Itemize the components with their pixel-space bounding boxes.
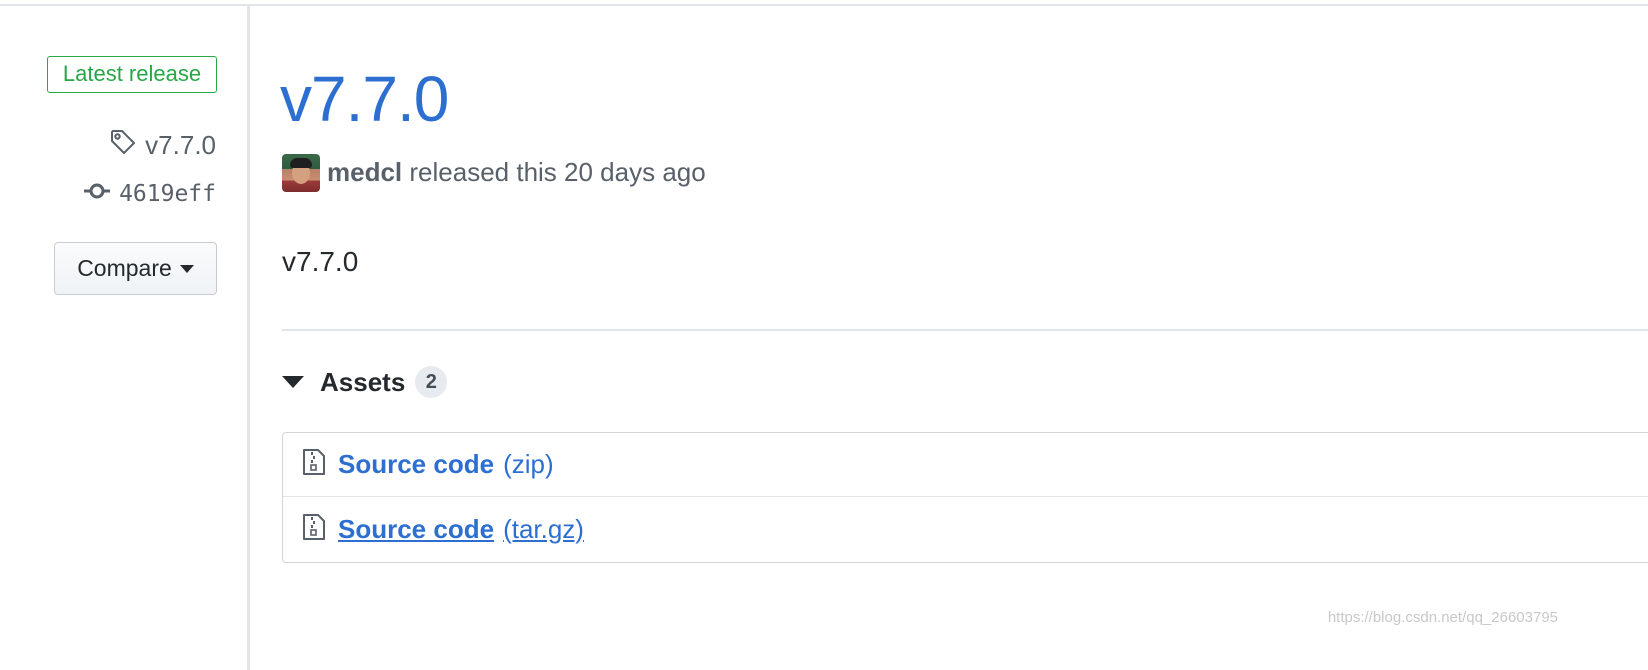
section-divider <box>282 329 1648 331</box>
asset-ext[interactable]: (zip) <box>503 449 554 480</box>
watermark: https://blog.csdn.net/qq_26603795 <box>1327 609 1558 626</box>
tag-icon <box>109 128 137 163</box>
asset-name[interactable]: Source code <box>338 514 494 545</box>
compare-button[interactable]: Compare <box>54 242 217 295</box>
release-page: Latest release v7.7.0 4619eff Compare v7… <box>0 0 1648 670</box>
avatar-hair <box>290 158 312 168</box>
asset-item[interactable]: Source code (tar.gz) <box>283 497 1648 561</box>
timeline-divider <box>247 6 250 670</box>
released-text: released this 20 days ago <box>409 157 706 187</box>
tag-name: v7.7.0 <box>145 129 216 160</box>
asset-name[interactable]: Source code <box>338 449 494 480</box>
assets-count-badge: 2 <box>415 366 448 398</box>
commit-sha: 4619eff <box>119 181 216 207</box>
compare-label: Compare <box>77 255 172 281</box>
avatar[interactable] <box>282 154 320 192</box>
file-zip-icon <box>302 513 326 546</box>
tag-link[interactable]: v7.7.0 <box>109 128 216 162</box>
file-zip-icon <box>302 448 326 481</box>
release-byline: medcl released this 20 days ago <box>327 155 706 189</box>
asset-item[interactable]: Source code (zip) <box>283 433 1648 497</box>
author-link[interactable]: medcl <box>327 157 402 187</box>
triangle-down-icon <box>282 376 304 388</box>
release-title[interactable]: v7.7.0 <box>280 62 449 136</box>
assets-list: Source code (zip) Source code (tar.gz) <box>282 432 1648 563</box>
assets-toggle[interactable]: Assets 2 <box>282 364 448 400</box>
caret-down-icon <box>179 264 194 273</box>
commit-icon <box>83 181 111 207</box>
assets-label: Assets <box>320 366 406 397</box>
latest-release-badge: Latest release <box>47 56 217 93</box>
commit-link[interactable]: 4619eff <box>83 178 216 210</box>
release-notes: v7.7.0 <box>282 246 359 277</box>
asset-ext[interactable]: (tar.gz) <box>503 514 584 545</box>
